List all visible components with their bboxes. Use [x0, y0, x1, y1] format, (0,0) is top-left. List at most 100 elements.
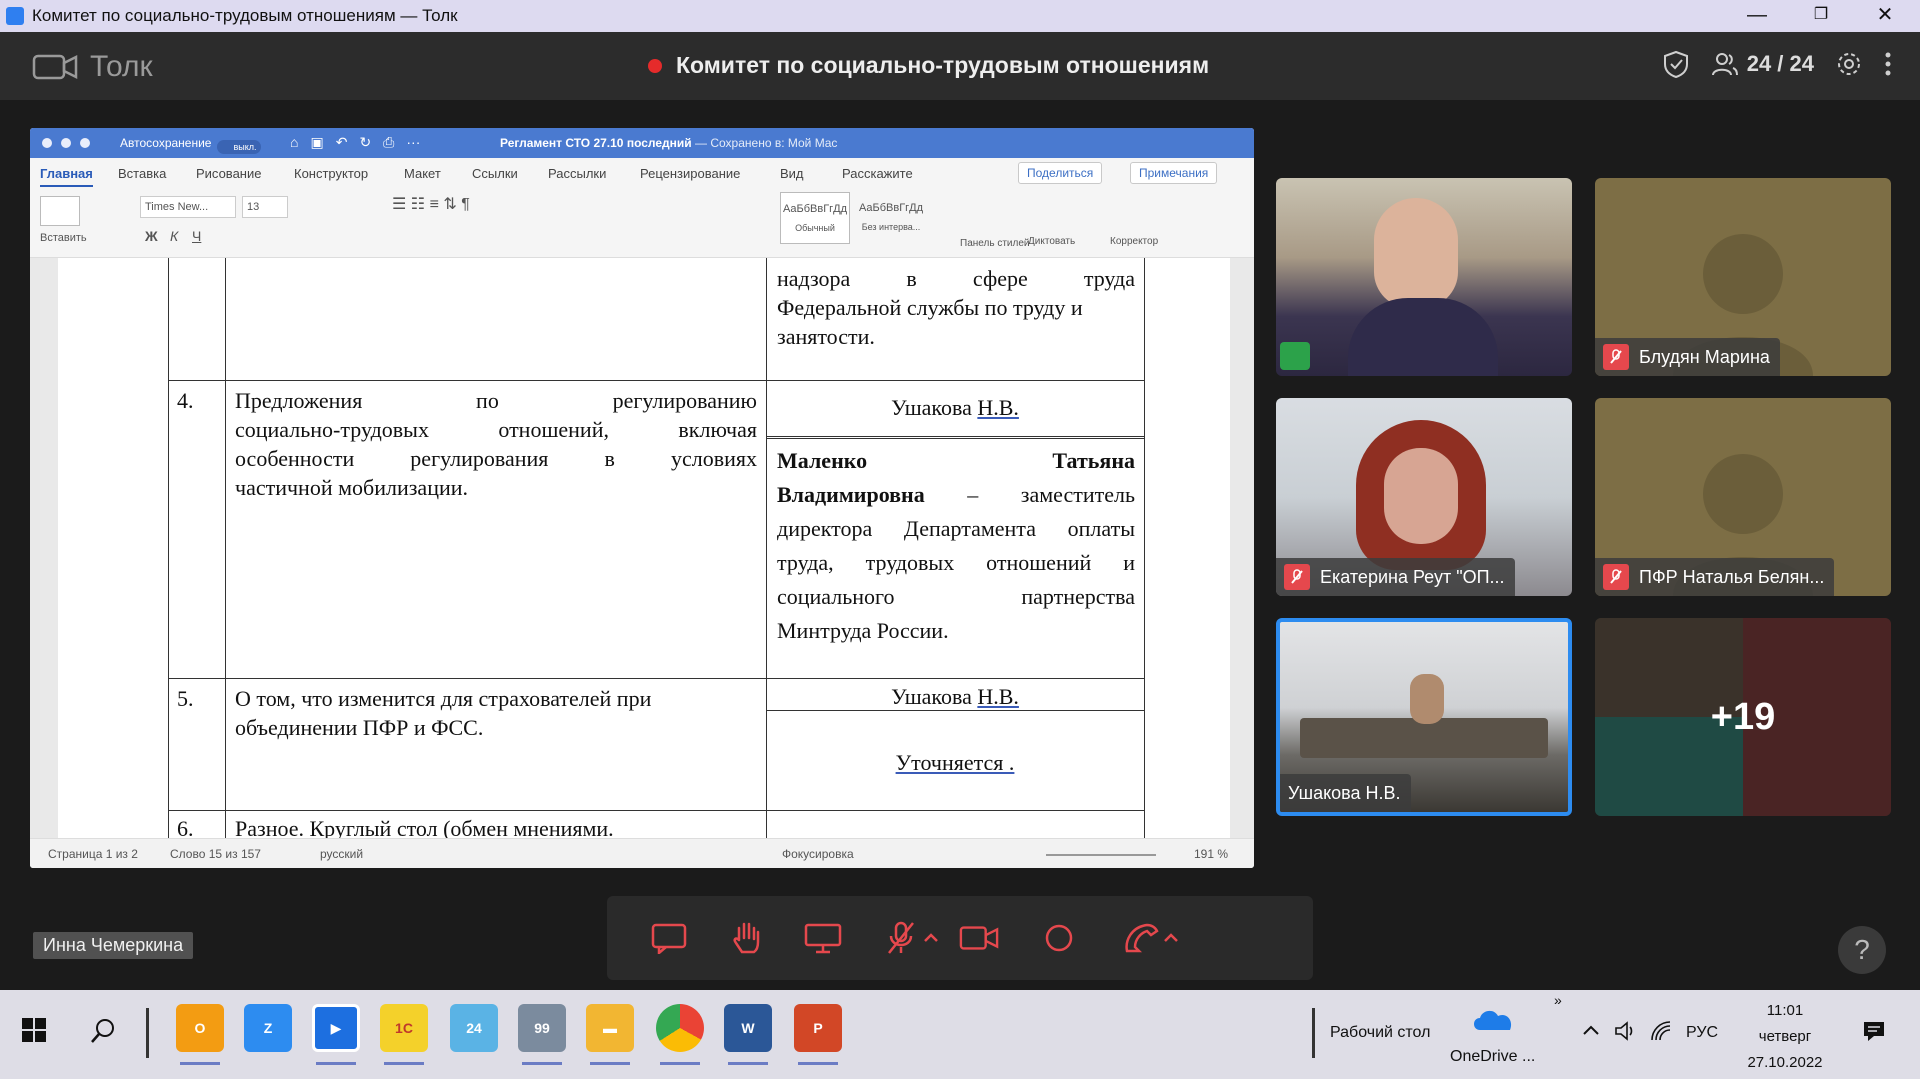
record-button[interactable] [1039, 918, 1079, 958]
wifi-icon[interactable] [1650, 1020, 1672, 1042]
messenger-app-icon[interactable]: 99 [518, 1004, 566, 1052]
share-button[interactable]: Поделиться [1018, 162, 1103, 184]
window-title: Комитет по социально-трудовым отношениям… [32, 6, 458, 25]
toolbar-overflow[interactable]: » [1554, 992, 1562, 1008]
bold-icon[interactable]: Ж [145, 228, 158, 244]
chevron-up-icon[interactable] [1582, 1024, 1600, 1036]
italic-icon[interactable]: К [170, 228, 178, 244]
close-button[interactable]: ✕ [1854, 0, 1916, 32]
tell-me[interactable]: Расскажите [842, 166, 913, 181]
tab-home[interactable]: Главная [40, 166, 93, 187]
paragraph-tools[interactable]: ☰ ☷ ≡ ⇅ ¶ [392, 194, 470, 214]
windows-start-icon[interactable] [22, 1018, 46, 1042]
style-no-spacing[interactable]: АаБбВвГгДд Без интерва... [856, 192, 926, 244]
undo-icon[interactable]: ↶ [336, 134, 348, 151]
participant-tile[interactable]: ПФР Наталья Белян... [1595, 398, 1891, 596]
participant-video [1300, 718, 1548, 758]
help-button[interactable]: ? [1838, 926, 1886, 974]
outlook-app-icon[interactable]: O [176, 1004, 224, 1052]
autosave-toggle[interactable]: Автосохранение выкл. [120, 136, 262, 154]
1c-app-icon[interactable]: 1С [380, 1004, 428, 1052]
row6-topic: Разное. Круглый стол (обмен мнениями. [235, 816, 614, 838]
raise-hand-button[interactable] [727, 918, 767, 958]
focus-button[interactable]: Фокусировка [782, 847, 854, 861]
active-indicator [798, 1062, 838, 1065]
tab-references[interactable]: Ссылки [472, 166, 518, 181]
table-line [1144, 258, 1145, 838]
doc-title-text: Регламент СТО 27.10 последний [500, 136, 692, 150]
paste-icon[interactable] [40, 196, 80, 226]
print-icon[interactable]: ⎙ [383, 134, 394, 151]
participant-tile-active[interactable]: Ушакова Н.В. [1276, 618, 1572, 816]
desktop-toolbar[interactable]: Рабочий стол [1330, 1024, 1430, 1042]
font-select[interactable]: Times New... [140, 196, 236, 218]
zoom-app-icon[interactable]: Z [244, 1004, 292, 1052]
tolk-app-icon[interactable]: ▶ [312, 1004, 360, 1052]
participant-tile[interactable]: Блудян Марина [1595, 178, 1891, 376]
styles-pane-button[interactable]: Панель стилей [960, 238, 1029, 249]
tab-insert[interactable]: Вставка [118, 166, 166, 181]
tab-review[interactable]: Рецензирование [640, 166, 740, 181]
clock[interactable]: 11:01 четверг 27.10.2022 [1740, 998, 1830, 1076]
bitrix24-app-icon[interactable]: 24 [450, 1004, 498, 1052]
search-icon[interactable] [90, 1018, 116, 1044]
tab-design[interactable]: Конструктор [294, 166, 368, 181]
more-vertical-icon[interactable] [1884, 51, 1892, 77]
phone-icon [1125, 923, 1159, 953]
word-app-icon[interactable]: W [724, 1004, 772, 1052]
screen-share-button[interactable] [803, 918, 843, 958]
onedrive-icon[interactable] [1470, 1004, 1516, 1032]
minimize-button[interactable]: — [1726, 0, 1788, 32]
participant-tile[interactable]: Екатерина Реут "ОП... [1276, 398, 1572, 596]
save-icon[interactable]: ▣ [310, 134, 323, 151]
onedrive-label[interactable]: OneDrive ... [1450, 1048, 1535, 1066]
participant-name: Екатерина Реут "ОП... [1276, 558, 1515, 596]
hangup-options-button[interactable] [1159, 918, 1183, 958]
status-language[interactable]: русский [320, 847, 363, 861]
style-normal[interactable]: АаБбВвГгДд Обычный [780, 192, 850, 244]
active-indicator [316, 1062, 356, 1065]
doc-line: частичной мобилизации. [235, 475, 469, 500]
chat-button[interactable] [649, 918, 689, 958]
table-line [168, 810, 1145, 811]
gear-icon[interactable] [1836, 51, 1862, 77]
tab-layout[interactable]: Макет [404, 166, 441, 181]
active-indicator [728, 1062, 768, 1065]
editor-button[interactable]: Корректор [1110, 236, 1158, 247]
tab-draw[interactable]: Рисование [196, 166, 261, 181]
chrome-app-icon[interactable] [656, 1004, 704, 1052]
tab-view[interactable]: Вид [780, 166, 804, 181]
hangup-button[interactable] [1121, 918, 1161, 958]
participants-button[interactable]: 24 / 24 [1711, 51, 1814, 77]
language-indicator[interactable]: РУС [1686, 1024, 1718, 1042]
active-indicator [384, 1062, 424, 1065]
notifications-icon[interactable] [1862, 1020, 1886, 1042]
file-explorer-icon[interactable]: ▬ [586, 1004, 634, 1052]
participant-tile[interactable] [1276, 178, 1572, 376]
comments-button[interactable]: Примечания [1130, 162, 1218, 184]
redo-icon[interactable]: ↻ [359, 134, 371, 151]
font-size-select[interactable]: 13 [242, 196, 288, 218]
underline-icon[interactable]: Ч [192, 228, 201, 244]
shield-icon[interactable] [1663, 50, 1689, 78]
tab-mailings[interactable]: Рассылки [548, 166, 606, 181]
dictate-button[interactable]: Диктовать [1028, 236, 1075, 247]
speaker-icon[interactable] [1614, 1020, 1636, 1042]
zoom-slider[interactable] [1046, 854, 1156, 856]
more-participants-tile[interactable]: +19 [1595, 618, 1891, 816]
more-icon[interactable]: ··· [406, 134, 420, 151]
mic-off-icon [888, 921, 914, 954]
mic-options-button[interactable] [919, 918, 943, 958]
home-icon[interactable]: ⌂ [290, 134, 298, 151]
doc-line: объединении ПФР и ФСС. [235, 715, 484, 740]
camera-icon [959, 926, 999, 950]
doc-saved-text: — Сохранено в: Мой Mac [695, 136, 838, 150]
powerpoint-app-icon[interactable]: P [794, 1004, 842, 1052]
mac-window-buttons[interactable] [42, 138, 90, 148]
camera-button[interactable] [959, 918, 999, 958]
style-normal-sample: АаБбВвГгДд [782, 203, 848, 215]
maximize-button[interactable]: ❐ [1790, 0, 1852, 32]
window-titlebar: Комитет по социально-трудовым отношениям… [0, 0, 1920, 32]
mic-button[interactable] [881, 918, 921, 958]
speaker-initials: Н.В. [977, 395, 1019, 420]
